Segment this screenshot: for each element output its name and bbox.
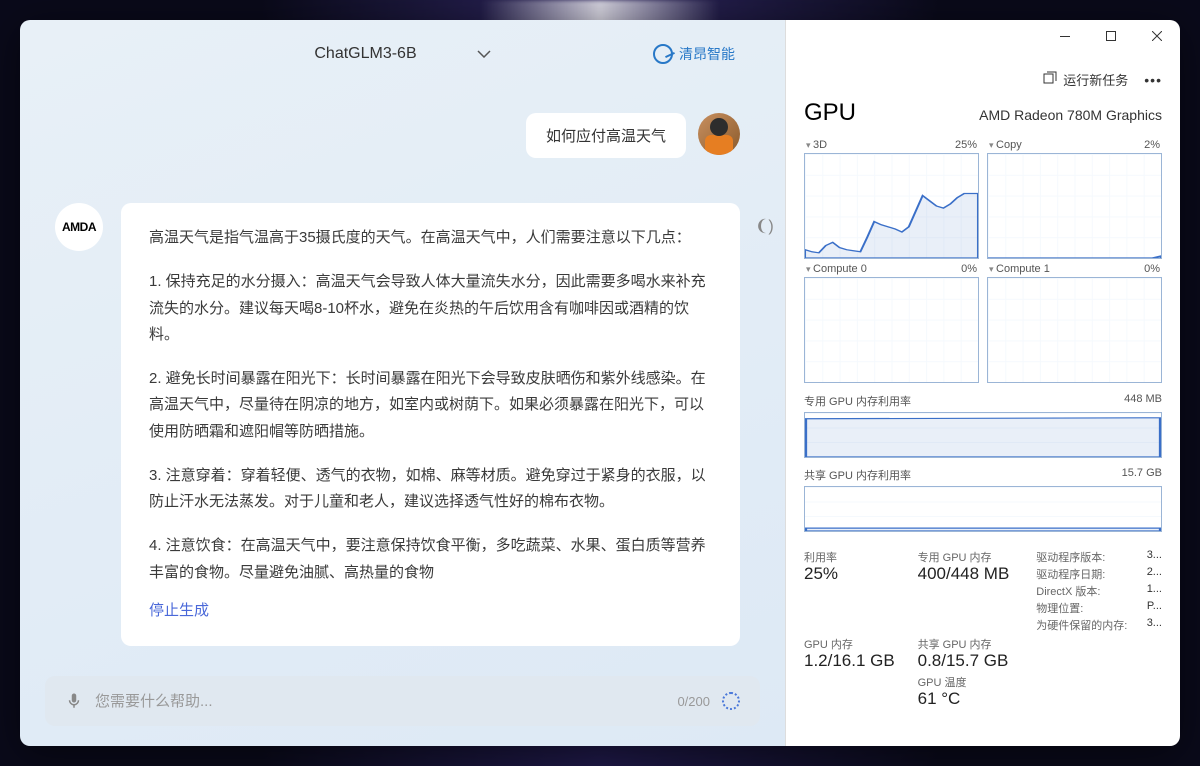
shared-mem-max: 15.7 GB: [1122, 467, 1162, 483]
task-toolbar: 运行新任务 •••: [786, 52, 1180, 99]
minimize-button[interactable]: [1042, 20, 1088, 52]
response-point-4: 4. 注意饮食：在高温天气中，要注意保持饮食平衡，多吃蔬菜、水果、蛋白质等营养丰…: [149, 533, 712, 586]
chat-input-area: 0/200: [20, 664, 785, 746]
chart-compute0[interactable]: Compute 0 0%: [804, 263, 979, 383]
gpu-mem-label: GPU 内存: [804, 636, 910, 652]
driver-ver-value: 3...: [1147, 549, 1162, 565]
assistant-bubble: ❨) 高温天气是指气温高于35摄氏度的天气。在高温天气中，人们需要注意以下几点：…: [121, 203, 740, 646]
gpu-mem-value: 1.2/16.1 GB: [804, 651, 910, 671]
response-point-2: 2. 避免长时间暴露在阳光下：长时间暴露在阳光下会导致皮肤晒伤和紫外线感染。在高…: [149, 366, 712, 445]
shared-value: 0.8/15.7 GB: [918, 651, 1029, 671]
chat-panel: ChatGLM3-6B 清昂智能 如何应付高温天气 AMDA ❨) 高温天气是指…: [20, 20, 785, 746]
loading-spinner-icon: [722, 692, 740, 710]
chart-3d-label: 3D: [806, 139, 827, 151]
chart-copy-label: Copy: [989, 139, 1022, 151]
task-manager-panel: 运行新任务 ••• GPU AMD Radeon 780M Graphics 3…: [785, 20, 1180, 746]
chart-compute0-value: 0%: [961, 263, 977, 275]
chart-compute1-label: Compute 1: [989, 263, 1050, 275]
chat-input[interactable]: [95, 693, 665, 710]
stop-generate-button[interactable]: 停止生成: [149, 598, 712, 624]
response-point-3: 3. 注意穿着：穿着轻便、透气的衣物，如棉、麻等材质。避免穿过于紧身的衣服，以防…: [149, 463, 712, 516]
reserved-value: 3...: [1147, 617, 1162, 633]
chat-header: ChatGLM3-6B 清昂智能: [20, 20, 785, 83]
temp-value: 61 °C: [918, 689, 1029, 709]
shared-mem-label: 共享 GPU 内存利用率: [804, 467, 911, 483]
chat-input-box[interactable]: 0/200: [45, 676, 760, 726]
brand-name: 清昂智能: [679, 44, 735, 64]
user-avatar[interactable]: [698, 113, 740, 155]
speaker-icon[interactable]: ❨): [745, 213, 774, 241]
gpu-section: GPU AMD Radeon 780M Graphics 3D 25% Copy 2…: [786, 99, 1180, 746]
location-label: 物理位置:: [1036, 600, 1083, 616]
chart-copy[interactable]: Copy 2%: [987, 139, 1162, 259]
run-new-task-button[interactable]: 运行新任务: [1043, 70, 1128, 89]
gpu-header: GPU AMD Radeon 780M Graphics: [804, 99, 1162, 127]
util-value: 25%: [804, 564, 910, 584]
gpu-model-name: AMD Radeon 780M Graphics: [979, 107, 1162, 123]
dedicated-label: 专用 GPU 内存: [918, 549, 1029, 565]
model-name: ChatGLM3-6B: [314, 45, 416, 63]
dedicated-value: 400/448 MB: [918, 564, 1029, 584]
brand-badge[interactable]: 清昂智能: [653, 44, 735, 64]
user-message-row: 如何应付高温天气: [55, 113, 740, 158]
maximize-button[interactable]: [1088, 20, 1134, 52]
temp-label: GPU 温度: [918, 674, 1029, 690]
assistant-avatar: AMDA: [55, 203, 103, 251]
close-button[interactable]: [1134, 20, 1180, 52]
microphone-icon[interactable]: [65, 692, 83, 710]
response-intro: 高温天气是指气温高于35摄氏度的天气。在高温天气中，人们需要注意以下几点：: [149, 225, 712, 251]
brand-logo-icon: [653, 44, 673, 64]
chart-copy-value: 2%: [1144, 139, 1160, 151]
chart-compute1-value: 0%: [1144, 263, 1160, 275]
window-controls: [786, 20, 1180, 52]
char-count: 0/200: [677, 694, 710, 709]
run-new-task-label: 运行新任务: [1063, 70, 1128, 89]
shared-memory-chart[interactable]: 共享 GPU 内存利用率 15.7 GB: [804, 467, 1162, 532]
location-value: P...: [1147, 600, 1162, 616]
dedicated-mem-max: 448 MB: [1124, 393, 1162, 409]
driver-date-label: 驱动程序日期:: [1036, 566, 1105, 582]
chart-compute0-label: Compute 0: [806, 263, 867, 275]
response-text: 高温天气是指气温高于35摄氏度的天气。在高温天气中，人们需要注意以下几点： 1.…: [149, 225, 712, 586]
shared-label: 共享 GPU 内存: [918, 636, 1029, 652]
chevron-down-icon: [477, 45, 491, 63]
gpu-mini-charts: 3D 25% Copy 2% Compute 0 0% Compute 1 0%: [804, 139, 1162, 383]
user-bubble: 如何应付高温天气: [526, 113, 686, 158]
chart-compute1[interactable]: Compute 1 0%: [987, 263, 1162, 383]
run-task-icon: [1043, 71, 1057, 88]
gpu-title: GPU: [804, 99, 856, 127]
util-label: 利用率: [804, 549, 910, 565]
chart-3d-value: 25%: [955, 139, 977, 151]
dedicated-memory-chart[interactable]: 专用 GPU 内存利用率 448 MB: [804, 393, 1162, 458]
model-selector[interactable]: ChatGLM3-6B: [314, 45, 490, 63]
reserved-label: 为硬件保留的内存:: [1036, 617, 1127, 633]
more-options-button[interactable]: •••: [1144, 72, 1162, 88]
driver-date-value: 2...: [1147, 566, 1162, 582]
app-window: ChatGLM3-6B 清昂智能 如何应付高温天气 AMDA ❨) 高温天气是指…: [20, 20, 1180, 746]
chat-messages: 如何应付高温天气 AMDA ❨) 高温天气是指气温高于35摄氏度的天气。在高温天…: [20, 83, 785, 664]
gpu-stats: 利用率 25% 专用 GPU 内存 400/448 MB 驱动程序版本: 3...…: [804, 549, 1162, 709]
dedicated-mem-label: 专用 GPU 内存利用率: [804, 393, 911, 409]
response-point-1: 1. 保持充足的水分摄入：高温天气会导致人体大量流失水分，因此需要多喝水来补充流…: [149, 269, 712, 348]
assistant-message-row: AMDA ❨) 高温天气是指气温高于35摄氏度的天气。在高温天气中，人们需要注意…: [55, 203, 740, 646]
driver-ver-label: 驱动程序版本:: [1036, 549, 1105, 565]
directx-label: DirectX 版本:: [1036, 583, 1100, 599]
chart-3d[interactable]: 3D 25%: [804, 139, 979, 259]
directx-value: 1...: [1147, 583, 1162, 599]
